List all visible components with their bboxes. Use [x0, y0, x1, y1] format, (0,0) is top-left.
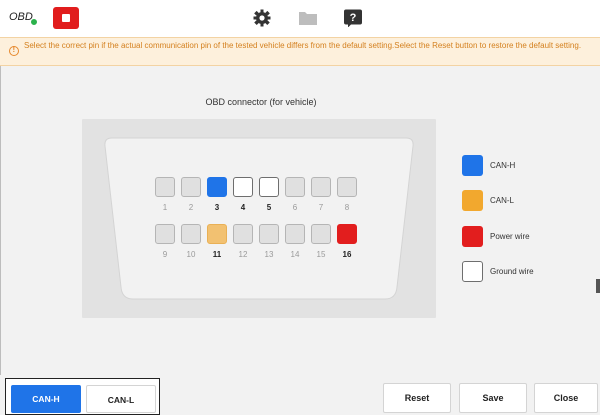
- tab-can-l[interactable]: CAN-L: [86, 385, 156, 413]
- pin-number-3: 3: [214, 203, 220, 212]
- pin-number-8: 8: [344, 203, 350, 212]
- stop-button[interactable]: [53, 7, 79, 29]
- pin-9[interactable]: [155, 224, 175, 244]
- side-handle[interactable]: [596, 279, 600, 293]
- connector-title: OBD connector (for vehicle): [205, 97, 317, 107]
- pin-7[interactable]: [311, 177, 331, 197]
- pin-10[interactable]: [181, 224, 201, 244]
- info-icon: [9, 45, 19, 56]
- help-icon[interactable]: ?: [343, 9, 363, 27]
- pin-number-7: 7: [318, 203, 324, 212]
- pin-number-14: 14: [290, 250, 300, 259]
- legend-label-ground: Ground wire: [490, 267, 534, 276]
- pin-number-13: 13: [264, 250, 274, 259]
- connector-outline: [104, 137, 414, 300]
- legend-label-can-l: CAN-L: [490, 196, 515, 205]
- connector-panel: 1 2 3 4 5 6 7 8 9 10 11 12 13 14 15 16: [82, 119, 436, 318]
- pin-number-15: 15: [316, 250, 326, 259]
- svg-text:?: ?: [350, 12, 357, 24]
- legend-label-can-h: CAN-H: [490, 161, 516, 170]
- pin-15[interactable]: [311, 224, 331, 244]
- pin-number-2: 2: [188, 203, 194, 212]
- pin-1[interactable]: [155, 177, 175, 197]
- legend-swatch-can-l: [462, 190, 483, 211]
- pin-11[interactable]: [207, 224, 227, 244]
- main-content: OBD connector (for vehicle) 1 2 3 4 5 6 7 8 9 10 1…: [0, 66, 598, 375]
- reset-button[interactable]: Reset: [383, 383, 451, 413]
- gear-icon[interactable]: [252, 9, 272, 27]
- pin-8[interactable]: [337, 177, 357, 197]
- pin-number-9: 9: [162, 250, 168, 259]
- pin-16[interactable]: [337, 224, 357, 244]
- pin-4[interactable]: [233, 177, 253, 197]
- pin-13[interactable]: [259, 224, 279, 244]
- legend-label-power: Power wire: [490, 232, 530, 241]
- pin-number-12: 12: [238, 250, 248, 259]
- legend-swatch-power: [462, 226, 483, 247]
- connection-status-icon: [30, 18, 38, 26]
- legend-swatch-can-h: [462, 155, 483, 176]
- pin-number-5: 5: [266, 203, 272, 212]
- pin-14[interactable]: [285, 224, 305, 244]
- notice-banner: Select the correct pin if the actual com…: [0, 37, 600, 66]
- close-button[interactable]: Close: [534, 383, 598, 413]
- pin-number-11: 11: [212, 250, 222, 259]
- pin-number-4: 4: [240, 203, 246, 212]
- pin-number-16: 16: [342, 250, 352, 259]
- tab-can-h[interactable]: CAN-H: [11, 385, 81, 413]
- save-button[interactable]: Save: [459, 383, 527, 413]
- signal-tab-group: CAN-H CAN-L: [5, 378, 160, 415]
- pin-6[interactable]: [285, 177, 305, 197]
- folder-icon[interactable]: [298, 9, 318, 27]
- notice-text: Select the correct pin if the actual com…: [24, 41, 582, 50]
- pin-2[interactable]: [181, 177, 201, 197]
- pin-number-1: 1: [162, 203, 168, 212]
- pin-12[interactable]: [233, 224, 253, 244]
- pin-3[interactable]: [207, 177, 227, 197]
- top-bar: OBD ?: [0, 0, 600, 37]
- pin-number-6: 6: [292, 203, 298, 212]
- legend-swatch-ground: [462, 261, 483, 282]
- pin-5[interactable]: [259, 177, 279, 197]
- bottom-bar: CAN-H CAN-L Reset Save Close: [0, 375, 600, 415]
- pin-number-10: 10: [186, 250, 196, 259]
